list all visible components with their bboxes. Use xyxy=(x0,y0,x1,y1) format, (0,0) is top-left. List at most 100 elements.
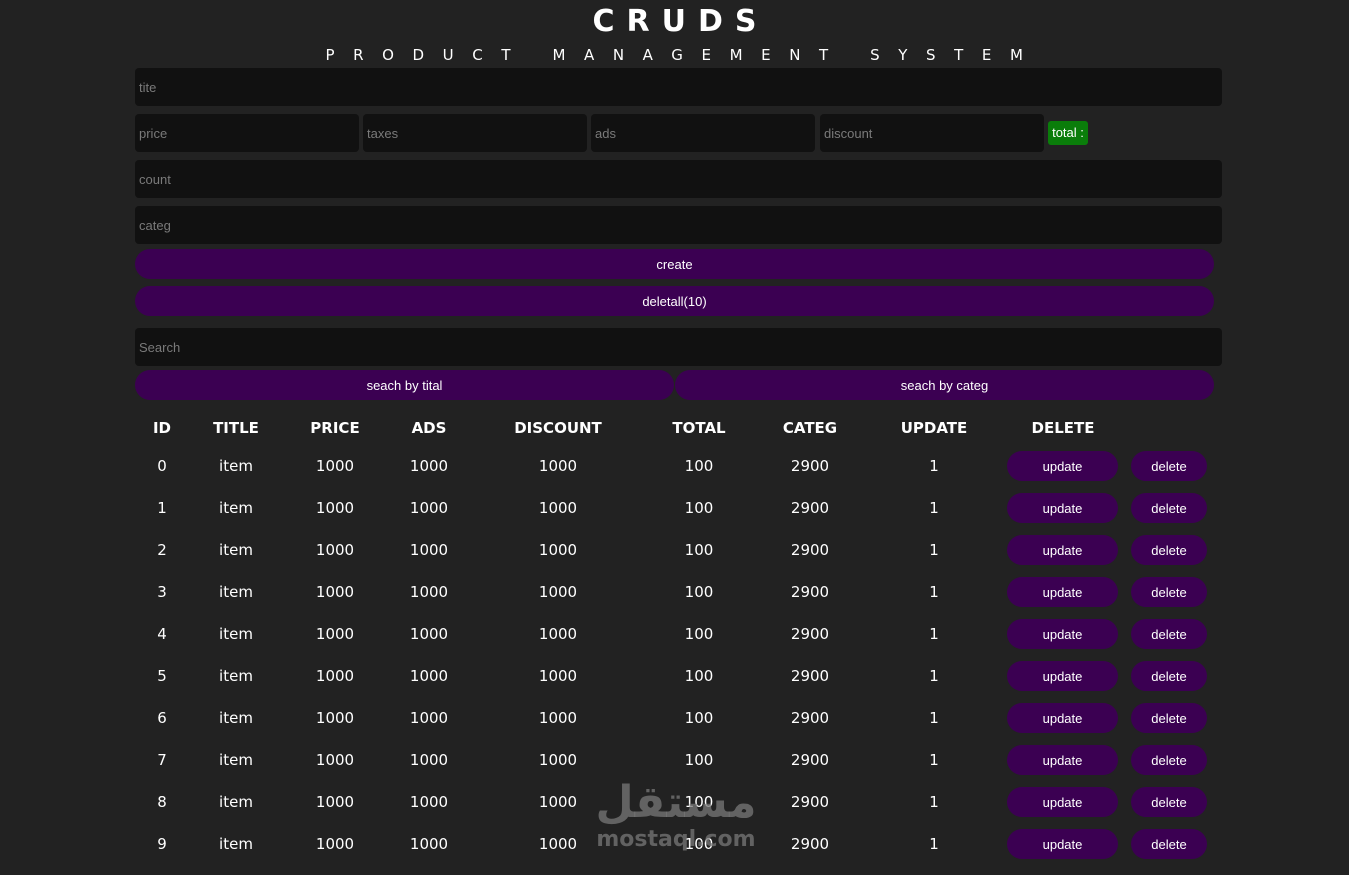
cell-id: 1 xyxy=(157,499,167,517)
cell-price: 1000 xyxy=(315,709,355,727)
ads-input[interactable] xyxy=(591,114,815,152)
cell-total: 100 xyxy=(684,541,714,559)
cell-category: 2900 xyxy=(790,667,830,685)
watermark-latin-text: mostaql.com xyxy=(596,827,756,852)
cell-discount: 1000 xyxy=(538,583,578,601)
price-input[interactable] xyxy=(135,114,359,152)
cell-price: 1000 xyxy=(315,457,355,475)
cell-discount: 1000 xyxy=(538,751,578,769)
delete-button[interactable]: delete xyxy=(1131,535,1207,565)
cell-total: 100 xyxy=(684,751,714,769)
th-title: TITLE xyxy=(213,419,259,437)
cell-price: 1000 xyxy=(315,835,355,853)
delete-button[interactable]: delete xyxy=(1131,703,1207,733)
cell-discount: 1000 xyxy=(538,793,578,811)
mostaql-watermark: مستقل mostaql.com xyxy=(591,778,761,852)
cell-ads: 1000 xyxy=(409,583,449,601)
cell-id: 7 xyxy=(157,751,167,769)
search-input[interactable] xyxy=(135,328,1222,366)
cell-category: 2900 xyxy=(790,457,830,475)
cell-discount: 1000 xyxy=(538,667,578,685)
cell-id: 0 xyxy=(157,457,167,475)
update-button[interactable]: update xyxy=(1007,535,1118,565)
th-ads: ADS xyxy=(411,419,447,437)
update-button[interactable]: update xyxy=(1007,577,1118,607)
cell-id: 3 xyxy=(157,583,167,601)
update-button[interactable]: update xyxy=(1007,451,1118,481)
cell-discount: 1000 xyxy=(538,835,578,853)
cell-category: 2900 xyxy=(790,499,830,517)
cell-ads: 1000 xyxy=(409,499,449,517)
cell-discount: 1000 xyxy=(538,625,578,643)
cell-price: 1000 xyxy=(315,541,355,559)
delete-button[interactable]: delete xyxy=(1131,829,1207,859)
update-button[interactable]: update xyxy=(1007,619,1118,649)
cell-ads: 1000 xyxy=(409,709,449,727)
cell-total: 100 xyxy=(684,499,714,517)
cell-title: item xyxy=(219,625,253,643)
update-button[interactable]: update xyxy=(1007,703,1118,733)
th-delete: DELETE xyxy=(1031,419,1095,437)
cell-id: 5 xyxy=(157,667,167,685)
cell-discount: 1000 xyxy=(538,541,578,559)
cell-ads: 1000 xyxy=(409,835,449,853)
category-input[interactable] xyxy=(135,206,1222,244)
update-button[interactable]: update xyxy=(1007,745,1118,775)
cell-category: 2900 xyxy=(790,751,830,769)
page-title: CRUDS xyxy=(592,4,769,39)
delete-button[interactable]: delete xyxy=(1131,451,1207,481)
cell-price: 1000 xyxy=(315,583,355,601)
cell-discount: 1000 xyxy=(538,457,578,475)
cell-price: 1000 xyxy=(315,751,355,769)
cell-title: item xyxy=(219,499,253,517)
cell-title: item xyxy=(219,667,253,685)
cell-id: 9 xyxy=(157,835,167,853)
delete-button[interactable]: delete xyxy=(1131,745,1207,775)
search-by-title-button[interactable]: seach by tital xyxy=(135,370,674,400)
cell-title: item xyxy=(219,709,253,727)
delete-button[interactable]: delete xyxy=(1131,493,1207,523)
delete-button[interactable]: delete xyxy=(1131,577,1207,607)
cell-ads: 1000 xyxy=(409,793,449,811)
create-button[interactable]: create xyxy=(135,249,1214,279)
cell-id: 4 xyxy=(157,625,167,643)
cell-category: 2900 xyxy=(790,835,830,853)
page-subtitle: PRODUCT MANAGEMENT SYSTEM xyxy=(325,46,1042,64)
cell-count: 1 xyxy=(929,457,939,475)
cell-id: 2 xyxy=(157,541,167,559)
cell-category: 2900 xyxy=(790,541,830,559)
delete-button[interactable]: delete xyxy=(1131,619,1207,649)
cell-ads: 1000 xyxy=(409,751,449,769)
count-input[interactable] xyxy=(135,160,1222,198)
cell-total: 100 xyxy=(684,625,714,643)
taxes-input[interactable] xyxy=(363,114,587,152)
cell-id: 8 xyxy=(157,793,167,811)
delete-button[interactable]: delete xyxy=(1131,661,1207,691)
cell-discount: 1000 xyxy=(538,709,578,727)
th-category: CATEG xyxy=(782,419,838,437)
cell-total: 100 xyxy=(684,457,714,475)
watermark-arabic-text: مستقل xyxy=(595,777,757,828)
cell-category: 2900 xyxy=(790,793,830,811)
th-total: TOTAL xyxy=(672,419,726,437)
th-id: ID xyxy=(152,419,172,437)
cell-count: 1 xyxy=(929,835,939,853)
cell-total: 100 xyxy=(684,667,714,685)
update-button[interactable]: update xyxy=(1007,829,1118,859)
update-button[interactable]: update xyxy=(1007,493,1118,523)
delete-all-button[interactable]: deletall(10) xyxy=(135,286,1214,316)
discount-input[interactable] xyxy=(820,114,1044,152)
delete-button[interactable]: delete xyxy=(1131,787,1207,817)
title-input[interactable] xyxy=(135,68,1222,106)
update-button[interactable]: update xyxy=(1007,787,1118,817)
cell-discount: 1000 xyxy=(538,499,578,517)
cell-total: 100 xyxy=(684,709,714,727)
th-update: UPDATE xyxy=(900,419,968,437)
cell-id: 6 xyxy=(157,709,167,727)
cell-price: 1000 xyxy=(315,793,355,811)
cell-ads: 1000 xyxy=(409,541,449,559)
update-button[interactable]: update xyxy=(1007,661,1118,691)
search-by-category-button[interactable]: seach by categ xyxy=(675,370,1214,400)
cell-price: 1000 xyxy=(315,667,355,685)
cell-ads: 1000 xyxy=(409,457,449,475)
